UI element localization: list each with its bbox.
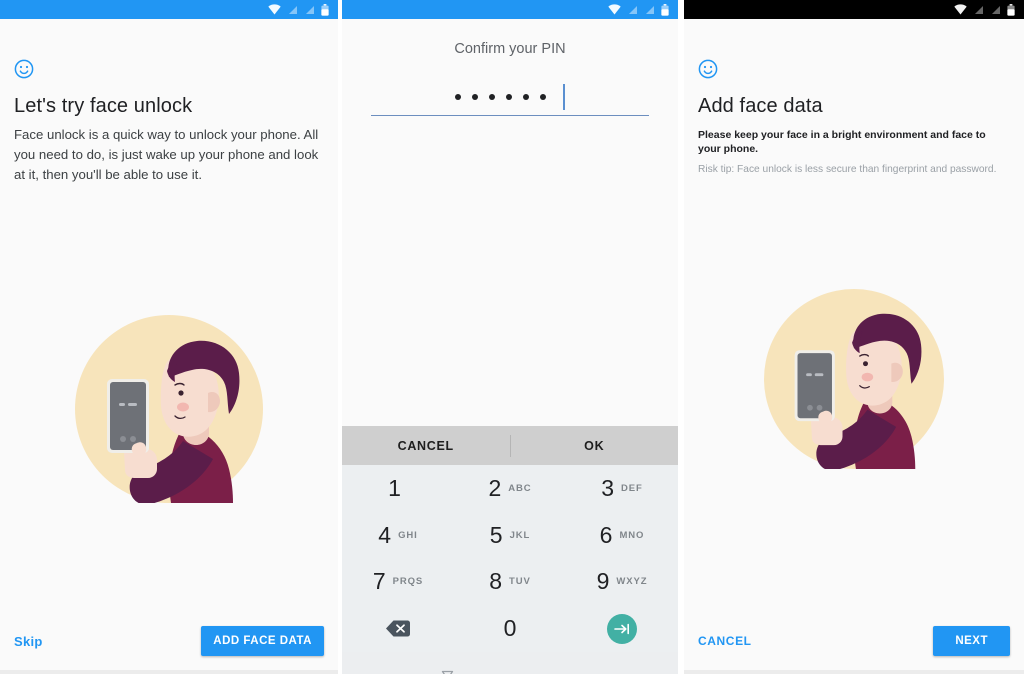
pin-prompt-title: Confirm your PIN [454, 41, 566, 57]
person-holding-phone-illustration [75, 315, 263, 503]
status-bar-icons [608, 3, 678, 16]
key-3[interactable]: 3 DEF [566, 465, 678, 512]
panel3-action-bar: CANCEL NEXT [684, 612, 1024, 670]
key-2[interactable]: 2 ABC [454, 465, 566, 512]
signal-off-icon [627, 4, 638, 15]
signal-off-icon [973, 4, 984, 15]
key-digit: 5 [489, 521, 503, 548]
pin-dot [472, 94, 479, 100]
key-6[interactable]: 6 MNO [566, 512, 678, 559]
panel-add-face-data: Add face data Please keep your face in a… [684, 0, 1024, 674]
page-description: Face unlock is a quick way to unlock you… [14, 127, 319, 182]
panel3-content: Add face data Please keep your face in a… [684, 59, 1024, 674]
pin-input[interactable] [371, 79, 649, 116]
risk-tip-text: Risk tip: Face unlock is less secure tha… [698, 164, 997, 175]
key-9[interactable]: 9 WXYZ [566, 559, 678, 606]
wifi-icon [268, 4, 281, 15]
key-letters: ABC [508, 482, 532, 494]
battery-icon [661, 3, 669, 16]
key-letters: DEF [621, 482, 643, 494]
status-bar [684, 0, 1024, 19]
ok-button[interactable]: OK [511, 426, 679, 465]
pin-dots [371, 84, 649, 110]
page-title: Add face data [698, 95, 823, 117]
key-0[interactable]: 0 [454, 605, 566, 652]
status-bar-icons [954, 3, 1024, 16]
key-digit: 0 [503, 615, 517, 642]
key-letters: JKL [509, 529, 531, 541]
pin-dialog-buttons: CANCEL OK [342, 426, 678, 465]
signal-off-icon [990, 4, 1001, 15]
system-nav-bar [0, 670, 338, 674]
pin-dot [506, 94, 513, 100]
enter-key[interactable] [566, 605, 678, 652]
key-7[interactable]: 7 PRQS [342, 559, 454, 606]
panel1-content: Let's try face unlock Face unlock is a q… [0, 59, 338, 674]
key-digit: 6 [599, 521, 613, 548]
battery-icon [1007, 3, 1015, 16]
smiley-face-icon [14, 59, 34, 79]
signal-off-icon [287, 4, 298, 15]
key-letters: MNO [619, 529, 645, 541]
key-letters: PRQS [392, 576, 424, 588]
screenshot-stage: Let's try face unlock Face unlock is a q… [0, 0, 1024, 674]
key-1[interactable]: 1 [342, 465, 454, 512]
system-nav-bar [684, 670, 1024, 674]
enter-arrow-icon [607, 613, 637, 644]
text-caret [563, 84, 565, 110]
key-digit: 9 [596, 568, 610, 595]
panel2-content: Confirm your PIN CANCEL OK 1 2 ABC 3 DEF… [342, 41, 678, 674]
skip-button[interactable]: Skip [14, 634, 43, 649]
status-bar-icons [268, 3, 338, 16]
person-holding-phone-illustration [764, 289, 944, 469]
panel-confirm-pin: Confirm your PIN CANCEL OK 1 2 ABC 3 DEF… [342, 0, 678, 674]
key-letters: TUV [509, 576, 531, 588]
key-4[interactable]: 4 GHI [342, 512, 454, 559]
key-digit: 3 [601, 474, 615, 501]
key-digit: 4 [378, 521, 392, 548]
pin-dot [523, 94, 530, 100]
key-letters: WXYZ [616, 576, 648, 588]
key-5[interactable]: 5 JKL [454, 512, 566, 559]
backspace-icon[interactable] [342, 605, 454, 652]
cancel-button[interactable]: CANCEL [698, 634, 752, 648]
signal-off-icon [644, 4, 655, 15]
panel-face-unlock-intro: Let's try face unlock Face unlock is a q… [0, 0, 338, 674]
panel1-action-bar: Skip ADD FACE DATA [0, 612, 338, 670]
key-digit: 2 [488, 474, 502, 501]
status-bar [0, 0, 338, 19]
key-digit: 8 [489, 568, 503, 595]
page-description: Please keep your face in a bright enviro… [698, 129, 986, 155]
system-nav-bar [342, 652, 678, 674]
numeric-keypad: 1 2 ABC 3 DEF 4 GHI 5 JKL 6 MNO 7 PRQS 8 TUV 9W… [342, 465, 678, 652]
cancel-button[interactable]: CANCEL [342, 426, 510, 465]
key-8[interactable]: 8 TUV [454, 559, 566, 606]
add-face-data-button[interactable]: ADD FACE DATA [201, 626, 324, 656]
smiley-face-icon [698, 59, 718, 79]
battery-icon [321, 3, 329, 16]
signal-off-icon [304, 4, 315, 15]
hide-keyboard-triangle-icon[interactable] [440, 667, 455, 674]
key-letters: GHI [398, 529, 418, 541]
pin-dot [455, 94, 462, 100]
status-bar [342, 0, 678, 19]
next-button[interactable]: NEXT [933, 626, 1010, 656]
wifi-icon [954, 4, 967, 15]
pin-dot [489, 94, 496, 100]
key-digit: 1 [388, 474, 401, 501]
key-digit: 7 [372, 568, 386, 595]
page-title: Let's try face unlock [14, 95, 193, 117]
face-unlock-illustration [0, 315, 338, 503]
pin-dot [540, 94, 547, 100]
face-unlock-illustration [684, 289, 1024, 469]
wifi-icon [608, 4, 621, 15]
